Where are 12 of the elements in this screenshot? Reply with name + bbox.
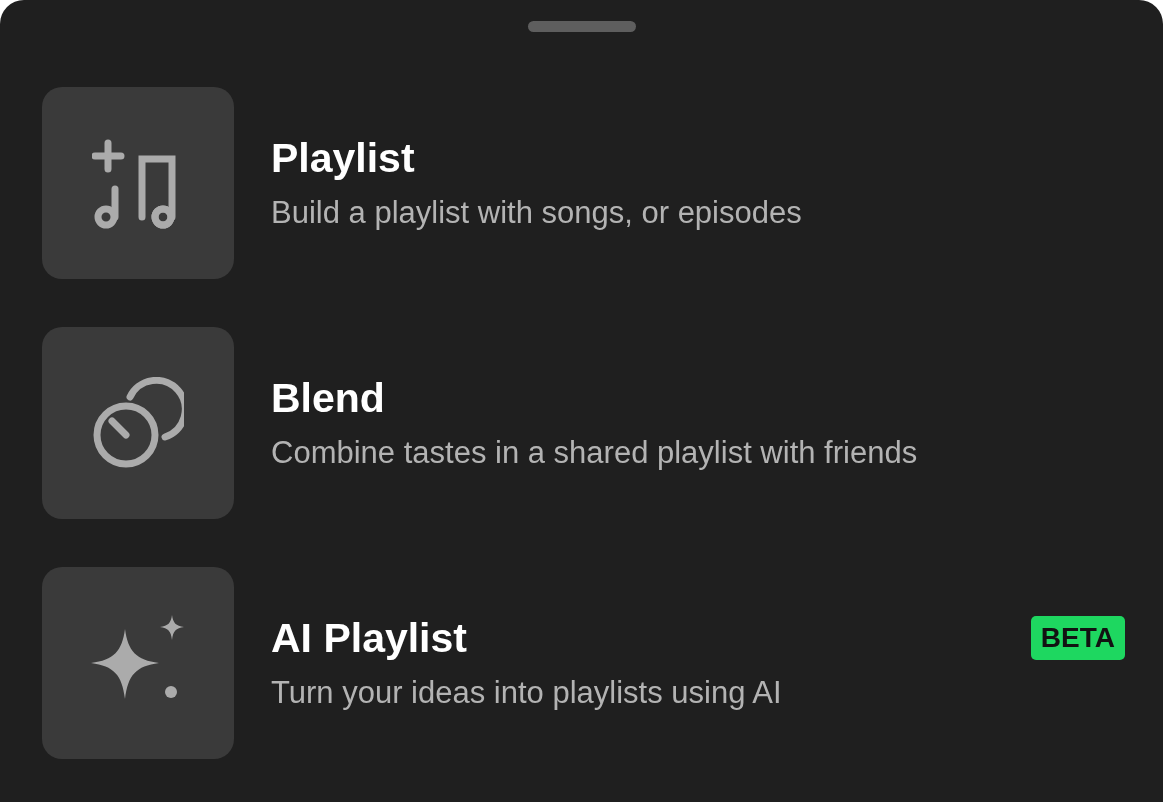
create-option[interactable]: AI Playlist BETA Turn your ideas into playlists using AI bbox=[42, 567, 1125, 759]
option-title: Blend bbox=[271, 374, 385, 422]
option-title: Playlist bbox=[271, 134, 415, 182]
create-option[interactable]: Playlist Build a playlist with songs, or episodes bbox=[42, 87, 1125, 279]
option-description: Combine tastes in a shared playlist with friends bbox=[271, 434, 919, 472]
option-description: Turn your ideas into playlists using AI bbox=[271, 674, 783, 712]
beta-badge: BETA bbox=[1030, 616, 1125, 660]
overlapping-circles-icon bbox=[92, 377, 184, 469]
create-option[interactable]: Blend Combine tastes in a shared playlist with friends bbox=[42, 327, 1125, 519]
option-description: Build a playlist with songs, or episodes bbox=[271, 194, 803, 232]
drag-handle[interactable] bbox=[527, 21, 636, 32]
option-title: AI Playlist bbox=[271, 614, 467, 662]
